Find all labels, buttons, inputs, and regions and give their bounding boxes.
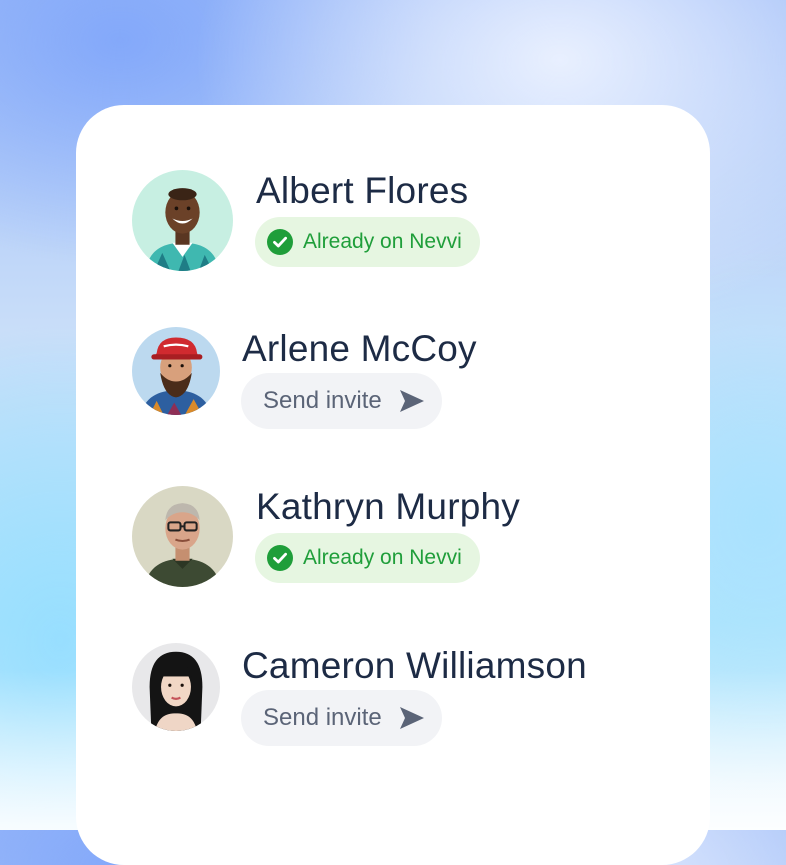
contact-row-cameron-williamson: Cameron Williamson Send invite	[76, 595, 710, 765]
avatar	[132, 327, 220, 415]
status-badge: Already on Nevvi	[255, 533, 480, 583]
contact-row-arlene-mccoy: Arlene McCoy Send invite	[76, 275, 710, 435]
contact-name: Kathryn Murphy	[256, 486, 520, 527]
check-circle-icon	[267, 229, 293, 255]
send-invite-label: Send invite	[263, 387, 382, 414]
avatar-arlene-mccoy-image	[132, 327, 220, 415]
send-arrow-icon	[399, 707, 424, 729]
status-badge: Already on Nevvi	[255, 217, 480, 267]
contacts-card: Albert Flores Already on Nevvi Arlene Mc…	[76, 105, 710, 865]
avatar	[132, 170, 233, 271]
avatar-cameron-williamson-image	[132, 643, 220, 731]
status-label: Already on Nevvi	[303, 546, 462, 569]
avatar	[132, 643, 220, 731]
contact-row-kathryn-murphy: Kathryn Murphy Already on Nevvi	[76, 435, 710, 595]
avatar	[132, 486, 233, 587]
check-circle-icon	[267, 545, 293, 571]
avatar-kathryn-murphy-image	[132, 486, 233, 587]
contact-name: Arlene McCoy	[242, 328, 477, 369]
send-invite-button[interactable]: Send invite	[241, 373, 442, 429]
contact-name: Albert Flores	[256, 170, 469, 211]
send-invite-button[interactable]: Send invite	[241, 690, 442, 746]
send-invite-label: Send invite	[263, 704, 382, 731]
contact-name: Cameron Williamson	[242, 645, 587, 686]
avatar-albert-flores-image	[132, 170, 233, 271]
send-arrow-icon	[399, 390, 424, 412]
status-label: Already on Nevvi	[303, 230, 462, 253]
contact-row-albert-flores: Albert Flores Already on Nevvi	[76, 105, 710, 275]
